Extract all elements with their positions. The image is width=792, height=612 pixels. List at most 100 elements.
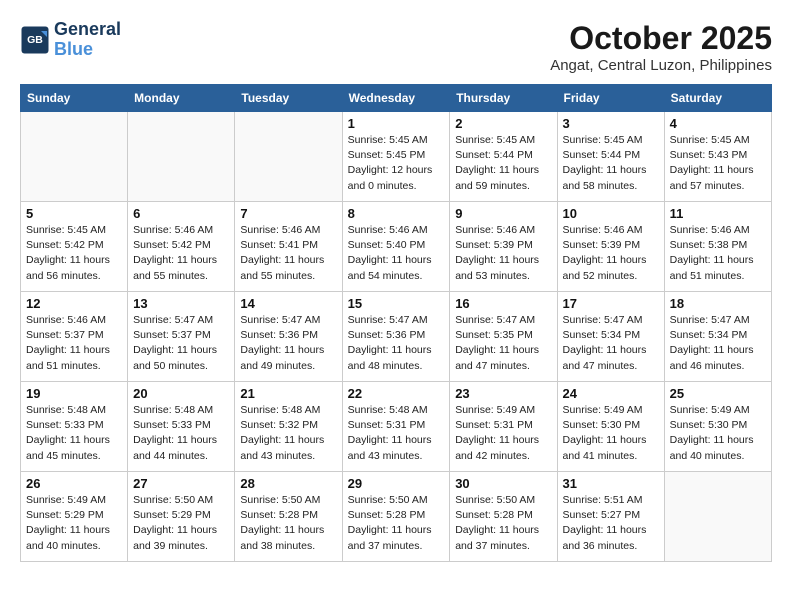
calendar-cell: 6 Sunrise: 5:46 AM Sunset: 5:42 PM Daylig…: [128, 202, 235, 292]
day-number: 12: [26, 296, 122, 311]
day-info: Sunrise: 5:46 AM Sunset: 5:41 PM Dayligh…: [240, 223, 336, 284]
day-info: Sunrise: 5:47 AM Sunset: 5:34 PM Dayligh…: [563, 313, 659, 374]
day-number: 10: [563, 206, 659, 221]
weekday-header: Monday: [128, 85, 235, 112]
day-number: 22: [348, 386, 445, 401]
day-number: 13: [133, 296, 229, 311]
calendar-cell: 24 Sunrise: 5:49 AM Sunset: 5:30 PM Dayli…: [557, 382, 664, 472]
day-info: Sunrise: 5:45 AM Sunset: 5:45 PM Dayligh…: [348, 133, 445, 194]
day-info: Sunrise: 5:46 AM Sunset: 5:38 PM Dayligh…: [670, 223, 766, 284]
day-info: Sunrise: 5:47 AM Sunset: 5:35 PM Dayligh…: [455, 313, 551, 374]
day-number: 26: [26, 476, 122, 491]
calendar-cell: 22 Sunrise: 5:48 AM Sunset: 5:31 PM Dayli…: [342, 382, 450, 472]
calendar-cell: 3Sunrise: 5:45 AM Sunset: 5:44 PM Daylig…: [557, 112, 664, 202]
calendar-cell: 10 Sunrise: 5:46 AM Sunset: 5:39 PM Dayli…: [557, 202, 664, 292]
day-number: 31: [563, 476, 659, 491]
calendar-cell: 28Sunrise: 5:50 AM Sunset: 5:28 PM Dayli…: [235, 472, 342, 562]
calendar-week-row: 1 Sunrise: 5:45 AM Sunset: 5:45 PM Daylig…: [21, 112, 772, 202]
calendar-cell: 15Sunrise: 5:47 AM Sunset: 5:36 PM Dayli…: [342, 292, 450, 382]
day-info: Sunrise: 5:49 AM Sunset: 5:29 PM Dayligh…: [26, 493, 122, 554]
calendar-week-row: 26 Sunrise: 5:49 AM Sunset: 5:29 PM Dayli…: [21, 472, 772, 562]
day-number: 6: [133, 206, 229, 221]
day-number: 8: [348, 206, 445, 221]
calendar-week-row: 5Sunrise: 5:45 AM Sunset: 5:42 PM Daylig…: [21, 202, 772, 292]
location: Angat, Central Luzon, Philippines: [550, 57, 772, 74]
day-info: Sunrise: 5:51 AM Sunset: 5:27 PM Dayligh…: [563, 493, 659, 554]
day-number: 14: [240, 296, 336, 311]
day-info: Sunrise: 5:46 AM Sunset: 5:39 PM Dayligh…: [563, 223, 659, 284]
day-number: 19: [26, 386, 122, 401]
calendar-cell: [21, 112, 128, 202]
calendar-cell: 8 Sunrise: 5:46 AM Sunset: 5:40 PM Daylig…: [342, 202, 450, 292]
weekday-header: Thursday: [450, 85, 557, 112]
calendar-cell: [664, 472, 771, 562]
weekday-header: Wednesday: [342, 85, 450, 112]
day-info: Sunrise: 5:47 AM Sunset: 5:37 PM Dayligh…: [133, 313, 229, 374]
svg-text:GB: GB: [27, 34, 43, 46]
month-title: October 2025: [550, 20, 772, 57]
logo-icon: GB: [20, 25, 50, 55]
day-number: 24: [563, 386, 659, 401]
calendar-cell: 2Sunrise: 5:45 AM Sunset: 5:44 PM Daylig…: [450, 112, 557, 202]
day-info: Sunrise: 5:46 AM Sunset: 5:39 PM Dayligh…: [455, 223, 551, 284]
calendar-cell: 31 Sunrise: 5:51 AM Sunset: 5:27 PM Dayli…: [557, 472, 664, 562]
calendar-week-row: 19 Sunrise: 5:48 AM Sunset: 5:33 PM Dayli…: [21, 382, 772, 472]
calendar-cell: 13 Sunrise: 5:47 AM Sunset: 5:37 PM Dayli…: [128, 292, 235, 382]
calendar-cell: 26 Sunrise: 5:49 AM Sunset: 5:29 PM Dayli…: [21, 472, 128, 562]
day-number: 3: [563, 116, 659, 131]
day-info: Sunrise: 5:50 AM Sunset: 5:28 PM Dayligh…: [348, 493, 445, 554]
calendar-cell: 23Sunrise: 5:49 AM Sunset: 5:31 PM Dayli…: [450, 382, 557, 472]
day-number: 18: [670, 296, 766, 311]
logo: GB General Blue: [20, 20, 121, 60]
calendar-cell: 25 Sunrise: 5:49 AM Sunset: 5:30 PM Dayli…: [664, 382, 771, 472]
day-info: Sunrise: 5:48 AM Sunset: 5:31 PM Dayligh…: [348, 403, 445, 464]
day-number: 16: [455, 296, 551, 311]
calendar-cell: 16 Sunrise: 5:47 AM Sunset: 5:35 PM Dayli…: [450, 292, 557, 382]
calendar-cell: 14 Sunrise: 5:47 AM Sunset: 5:36 PM Dayli…: [235, 292, 342, 382]
calendar-cell: 11 Sunrise: 5:46 AM Sunset: 5:38 PM Dayli…: [664, 202, 771, 292]
day-number: 1: [348, 116, 445, 131]
calendar-cell: 18 Sunrise: 5:47 AM Sunset: 5:34 PM Dayli…: [664, 292, 771, 382]
day-number: 4: [670, 116, 766, 131]
day-info: Sunrise: 5:45 AM Sunset: 5:42 PM Dayligh…: [26, 223, 122, 284]
day-info: Sunrise: 5:50 AM Sunset: 5:29 PM Dayligh…: [133, 493, 229, 554]
calendar-cell: 1 Sunrise: 5:45 AM Sunset: 5:45 PM Daylig…: [342, 112, 450, 202]
calendar-cell: 9 Sunrise: 5:46 AM Sunset: 5:39 PM Daylig…: [450, 202, 557, 292]
calendar-cell: [128, 112, 235, 202]
calendar-cell: 19 Sunrise: 5:48 AM Sunset: 5:33 PM Dayli…: [21, 382, 128, 472]
day-info: Sunrise: 5:48 AM Sunset: 5:33 PM Dayligh…: [26, 403, 122, 464]
calendar-cell: 4Sunrise: 5:45 AM Sunset: 5:43 PM Daylig…: [664, 112, 771, 202]
title-block: October 2025 Angat, Central Luzon, Phili…: [550, 20, 772, 74]
day-info: Sunrise: 5:49 AM Sunset: 5:30 PM Dayligh…: [563, 403, 659, 464]
day-info: Sunrise: 5:47 AM Sunset: 5:36 PM Dayligh…: [240, 313, 336, 374]
calendar-cell: 30Sunrise: 5:50 AM Sunset: 5:28 PM Dayli…: [450, 472, 557, 562]
calendar-cell: 12Sunrise: 5:46 AM Sunset: 5:37 PM Dayli…: [21, 292, 128, 382]
day-number: 21: [240, 386, 336, 401]
day-info: Sunrise: 5:46 AM Sunset: 5:40 PM Dayligh…: [348, 223, 445, 284]
calendar-cell: 21Sunrise: 5:48 AM Sunset: 5:32 PM Dayli…: [235, 382, 342, 472]
weekday-header: Saturday: [664, 85, 771, 112]
day-number: 29: [348, 476, 445, 491]
day-info: Sunrise: 5:47 AM Sunset: 5:34 PM Dayligh…: [670, 313, 766, 374]
day-number: 11: [670, 206, 766, 221]
calendar-cell: 20Sunrise: 5:48 AM Sunset: 5:33 PM Dayli…: [128, 382, 235, 472]
day-number: 7: [240, 206, 336, 221]
calendar-cell: 27Sunrise: 5:50 AM Sunset: 5:29 PM Dayli…: [128, 472, 235, 562]
weekday-header: Tuesday: [235, 85, 342, 112]
day-number: 2: [455, 116, 551, 131]
day-number: 20: [133, 386, 229, 401]
page-header: GB General Blue October 2025 Angat, Cent…: [20, 20, 772, 74]
day-info: Sunrise: 5:47 AM Sunset: 5:36 PM Dayligh…: [348, 313, 445, 374]
weekday-header: Sunday: [21, 85, 128, 112]
calendar-cell: 29 Sunrise: 5:50 AM Sunset: 5:28 PM Dayli…: [342, 472, 450, 562]
day-info: Sunrise: 5:49 AM Sunset: 5:30 PM Dayligh…: [670, 403, 766, 464]
day-info: Sunrise: 5:46 AM Sunset: 5:42 PM Dayligh…: [133, 223, 229, 284]
day-number: 28: [240, 476, 336, 491]
day-number: 23: [455, 386, 551, 401]
calendar-table: SundayMondayTuesdayWednesdayThursdayFrid…: [20, 84, 772, 562]
day-number: 25: [670, 386, 766, 401]
weekday-header-row: SundayMondayTuesdayWednesdayThursdayFrid…: [21, 85, 772, 112]
day-number: 17: [563, 296, 659, 311]
day-info: Sunrise: 5:50 AM Sunset: 5:28 PM Dayligh…: [455, 493, 551, 554]
day-number: 9: [455, 206, 551, 221]
